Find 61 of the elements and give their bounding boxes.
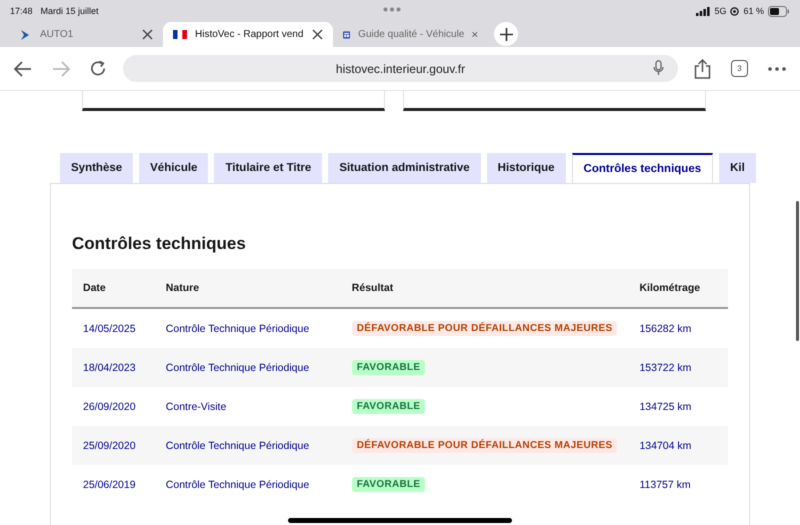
- page-tab[interactable]: Historique: [486, 153, 566, 183]
- result-badge: DÉFAVORABLE POUR DÉFAILLANCES MAJEURES: [352, 321, 618, 336]
- new-tab-button[interactable]: [494, 22, 518, 46]
- more-icon[interactable]: [768, 66, 786, 70]
- mileage-cell: 134725 km: [639, 400, 692, 412]
- mileage-cell: 156282 km: [639, 322, 692, 334]
- nature-cell: Contrôle Technique Périodique: [166, 362, 310, 374]
- mileage-cell: 153722 km: [639, 362, 692, 374]
- battery-icon: [768, 6, 790, 16]
- column-header: Résultat: [340, 269, 628, 308]
- page-tab[interactable]: Synthèse: [60, 153, 134, 183]
- status-date: Mardi 15 juillet: [40, 6, 99, 16]
- browser-tab[interactable]: HistoVec - Rapport vend: [163, 22, 333, 47]
- result-badge: FAVORABLE: [352, 477, 426, 492]
- address-field[interactable]: histovec.interieur.gouv.fr: [123, 55, 678, 82]
- microphone-icon[interactable]: [653, 60, 664, 76]
- nature-cell: Contrôle Technique Périodique: [166, 322, 310, 334]
- date-cell: 14/05/2025: [83, 322, 136, 334]
- page-tab[interactable]: Situation administrative: [328, 153, 481, 183]
- network-label: 5G: [714, 6, 726, 16]
- close-icon[interactable]: [472, 29, 478, 40]
- browser-tab[interactable]: Guide qualité - Véhicule: [333, 22, 488, 47]
- scroll-bar[interactable]: [796, 201, 799, 341]
- close-icon[interactable]: [312, 29, 323, 40]
- browser-tab[interactable]: AUTO1: [8, 22, 163, 47]
- signal-icon: [696, 6, 710, 16]
- date-cell: 25/06/2019: [83, 478, 136, 490]
- back-icon[interactable]: [14, 60, 32, 76]
- page-tab[interactable]: Contrôles techniques: [572, 153, 714, 183]
- location-icon: [730, 6, 740, 16]
- mileage-cell: 134704 km: [639, 440, 692, 452]
- battery-percent: 61 %: [743, 6, 764, 16]
- date-cell: 18/04/2023: [83, 362, 136, 374]
- section-title: Contrôles techniques: [72, 234, 247, 254]
- nature-cell: Contrôle Technique Périodique: [166, 478, 310, 490]
- result-badge: FAVORABLE: [352, 399, 426, 414]
- flag-icon: [173, 30, 187, 39]
- tab-title: HistoVec - Rapport vend: [195, 29, 304, 40]
- date-cell: 25/09/2020: [83, 440, 136, 452]
- reload-icon[interactable]: [90, 60, 107, 77]
- result-badge: FAVORABLE: [352, 360, 426, 375]
- tab-title: Guide qualité - Véhicule: [358, 29, 464, 40]
- nature-cell: Contre-Visite: [166, 400, 226, 412]
- column-header: Nature: [154, 269, 341, 308]
- date-cell: 26/09/2020: [83, 400, 136, 412]
- multitasking-dots-icon[interactable]: [383, 7, 401, 12]
- page-tab[interactable]: Kil: [719, 153, 756, 183]
- url-text: histovec.interieur.gouv.fr: [336, 62, 466, 76]
- status-time: 17:48: [10, 6, 33, 16]
- mileage-cell: 113757 km: [639, 478, 691, 490]
- plus-icon: [500, 28, 512, 40]
- tab-title: AUTO1: [40, 29, 74, 40]
- close-icon[interactable]: [142, 29, 153, 40]
- tab-count-button[interactable]: 3: [731, 60, 748, 77]
- column-header: Kilométrage: [628, 269, 728, 308]
- result-badge: DÉFAVORABLE POUR DÉFAILLANCES MAJEURES: [352, 438, 618, 453]
- nature-cell: Contrôle Technique Périodique: [166, 440, 310, 452]
- page-tab[interactable]: Véhicule: [139, 153, 208, 183]
- page-tab[interactable]: Titulaire et Titre: [214, 153, 322, 183]
- share-icon[interactable]: [694, 58, 711, 78]
- column-header: Date: [72, 269, 155, 308]
